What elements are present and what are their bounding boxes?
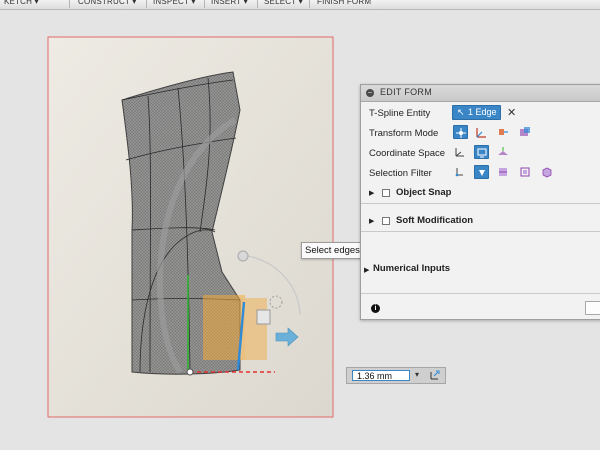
- soft-modification-label: Soft Modification: [396, 215, 474, 226]
- face-filter-icon[interactable]: [496, 165, 511, 179]
- edit-form-panel: – EDIT FORM T-Spline Entity ↖ 1 Edge ✕ T…: [360, 84, 600, 320]
- coordinate-space-label: Coordinate Space: [369, 148, 446, 159]
- toolbar-separator: [69, 0, 70, 8]
- numerical-inputs-expand-icon[interactable]: ▶: [364, 266, 369, 274]
- tspline-entity-label: T-Spline Entity: [369, 108, 431, 119]
- pointer-icon: ↖: [457, 107, 465, 117]
- toolbar-separator: [204, 0, 205, 8]
- snap-point-icon[interactable]: [429, 369, 441, 384]
- object-snap-checkbox[interactable]: [382, 189, 390, 197]
- view-space-icon[interactable]: [474, 145, 489, 159]
- local-space-icon[interactable]: [496, 145, 511, 159]
- distance-input-box: ▾: [346, 367, 446, 384]
- panel-header: – EDIT FORM: [361, 85, 600, 102]
- toolbar-insert-menu[interactable]: INSERT ▾: [211, 0, 248, 8]
- all-transform-icon[interactable]: [453, 125, 468, 139]
- distance-input[interactable]: [352, 370, 410, 381]
- numerical-inputs-label: Numerical Inputs: [373, 263, 451, 274]
- divider: [361, 293, 600, 294]
- origin-point: [186, 368, 194, 376]
- body-filter-icon[interactable]: [518, 165, 533, 179]
- toolbar-construct-menu[interactable]: CONSTRUCT ▾: [78, 0, 137, 8]
- selection-filter-label: Selection Filter: [369, 168, 432, 179]
- toolbar-separator: [146, 0, 147, 8]
- object-filter-icon[interactable]: [540, 165, 555, 179]
- toolbar-inspect-menu[interactable]: INSPECT ▾: [153, 0, 196, 8]
- entity-count: 1 Edge: [468, 107, 497, 117]
- toolbar-select-menu[interactable]: SELECT ▾: [264, 0, 303, 8]
- toolbar-sketch-menu[interactable]: KETCH ▾: [4, 0, 39, 8]
- toolbar-finish-form-button[interactable]: FINISH FORM: [317, 0, 371, 8]
- object-snap-label: Object Snap: [396, 187, 452, 198]
- edge-filter-icon[interactable]: [474, 165, 489, 179]
- info-icon[interactable]: i: [371, 304, 380, 313]
- vertex-filter-icon[interactable]: [453, 165, 468, 179]
- object-snap-expand-icon[interactable]: ▶: [369, 189, 374, 197]
- soft-modification-checkbox[interactable]: [382, 217, 390, 225]
- move-icon[interactable]: [474, 125, 489, 139]
- toolbar-separator: [257, 0, 258, 8]
- rotate-icon[interactable]: [496, 125, 511, 139]
- scale-icon[interactable]: [518, 125, 533, 139]
- top-toolbar: KETCH ▾ CONSTRUCT ▾ INSPECT ▾ INSERT ▾ S…: [0, 0, 600, 10]
- toolbar-separator: [309, 0, 310, 8]
- divider: [361, 231, 600, 232]
- transform-mode-label: Transform Mode: [369, 128, 439, 139]
- rotate-handle[interactable]: [237, 250, 249, 262]
- ok-button[interactable]: [585, 301, 600, 315]
- manipulator-plane-secondary[interactable]: [245, 298, 267, 360]
- distance-dropdown-icon[interactable]: ▾: [415, 370, 419, 379]
- panel-collapse-icon[interactable]: –: [366, 89, 374, 97]
- manipulator-center[interactable]: [256, 309, 271, 325]
- panel-title: EDIT FORM: [380, 87, 433, 97]
- world-space-icon[interactable]: [453, 145, 468, 159]
- clear-selection-icon[interactable]: ✕: [507, 106, 516, 119]
- tspline-entity-selection[interactable]: ↖ 1 Edge: [452, 105, 501, 120]
- soft-modification-expand-icon[interactable]: ▶: [369, 217, 374, 225]
- divider: [361, 203, 600, 204]
